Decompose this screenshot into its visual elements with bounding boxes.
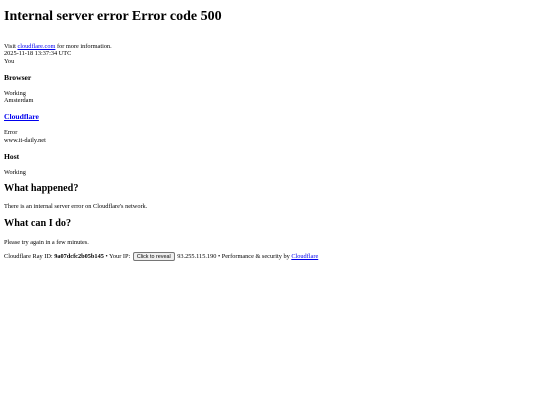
cloudflare-heading-link[interactable]: Cloudflare [4, 112, 39, 121]
visit-suffix: for more information. [55, 43, 112, 50]
browser-location: Amsterdam [4, 97, 34, 105]
what-can-i-do-text: Please try again in a few minutes. [4, 238, 89, 246]
what-happened-text: There is an internal server error on Clo… [4, 203, 148, 211]
browser-heading: Browser [4, 72, 32, 82]
cloudflare-footer-link[interactable]: Cloudflare [291, 253, 318, 260]
what-happened-body: There is an internal server error on Clo… [4, 203, 536, 210]
browser-status: Working [4, 89, 26, 97]
ray-id-label: Cloudflare Ray ID: [4, 252, 55, 260]
your-ip-label: • Your IP: [103, 252, 132, 260]
you-label: You [4, 57, 15, 65]
what-can-i-do-section: What can I do? Please try again in a few… [4, 218, 536, 246]
what-happened-heading: What happened? [4, 183, 79, 195]
host-details: Working [4, 169, 536, 176]
info-block: Visit cloudflare.com for more informatio… [4, 43, 536, 65]
reveal-ip-button[interactable]: Click to reveal [132, 252, 175, 262]
cloudflare-section: Cloudflare Error www.it-daily.net [4, 112, 536, 144]
ip-value: 93.255.115.190 • Performance & security … [175, 252, 292, 260]
browser-section: Browser Working Amsterdam [4, 73, 536, 105]
what-happened-section: What happened? There is an internal serv… [4, 183, 536, 210]
host-heading: Host [4, 152, 20, 162]
cloudflare-details: Error www.it-daily.net [4, 129, 536, 144]
visit-prefix: Visit [4, 43, 18, 50]
cloudflare-com-link[interactable]: cloudflare.com [17, 43, 55, 50]
error-page: Internal server error Error code 500 Vis… [0, 0, 540, 405]
page-title: Internal server error Error code 500 [4, 9, 222, 24]
browser-details: Working Amsterdam [4, 90, 536, 105]
ray-id-value: 9a07dcfc2b05b145 [54, 252, 104, 260]
cloudflare-host: www.it-daily.net [4, 136, 46, 144]
timestamp: 2025-11-18 13:37:34 UTC [4, 50, 72, 58]
host-section: Host Working [4, 152, 536, 176]
footer: Cloudflare Ray ID: 9a07dcfc2b05b145 • Yo… [4, 252, 536, 262]
what-can-i-do-heading: What can I do? [4, 217, 72, 229]
host-status: Working [4, 169, 26, 177]
cloudflare-heading: Cloudflare [4, 112, 536, 121]
cloudflare-status: Error [4, 129, 18, 137]
what-can-i-do-body: Please try again in a few minutes. [4, 239, 536, 246]
visit-line: Visit cloudflare.com for more informatio… [4, 43, 536, 50]
